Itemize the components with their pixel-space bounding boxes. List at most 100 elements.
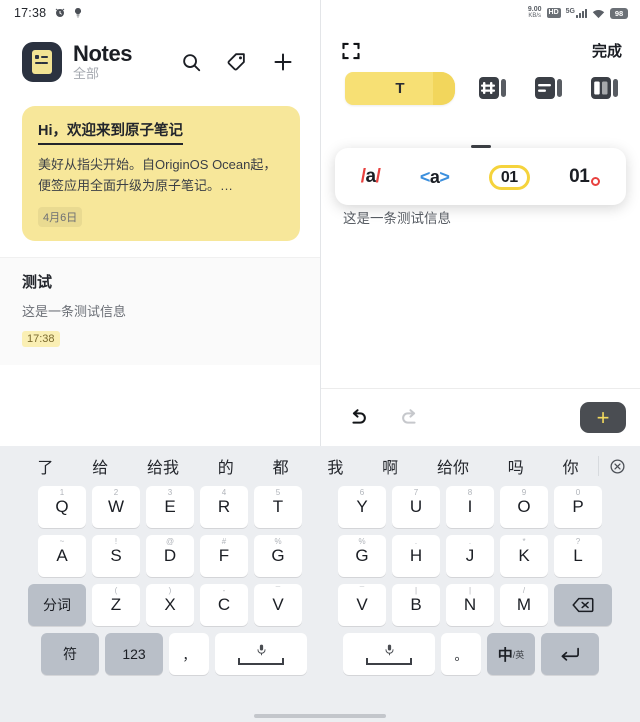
expand-icon[interactable] bbox=[341, 41, 361, 61]
key-label: U bbox=[409, 497, 423, 516]
key-w[interactable]: 2W bbox=[92, 486, 140, 528]
wifi-icon bbox=[592, 9, 605, 18]
symbol-key[interactable]: 符 bbox=[41, 633, 99, 675]
done-button[interactable]: 完成 bbox=[592, 40, 622, 61]
key-s[interactable]: ! S bbox=[92, 535, 140, 577]
key-v-right[interactable]: ¯ V bbox=[338, 584, 386, 626]
key-superscript: ? bbox=[575, 537, 581, 546]
key-r[interactable]: 4R bbox=[200, 486, 248, 528]
tag-icon[interactable] bbox=[224, 49, 250, 75]
editor-content[interactable]: 这是一条测试信息 bbox=[343, 209, 620, 229]
key-label: G bbox=[271, 546, 285, 565]
text-style-button[interactable]: T bbox=[345, 71, 455, 105]
key-label: B bbox=[410, 595, 422, 614]
language-toggle-key[interactable]: 中/英 bbox=[487, 633, 535, 675]
note-card-welcome[interactable]: Hi，欢迎来到原子笔记 美好从指尖开始。自OriginOS Ocean起，便签应… bbox=[22, 106, 300, 241]
period-key[interactable]: 。 bbox=[441, 633, 481, 675]
redo-icon[interactable] bbox=[399, 407, 421, 429]
close-candidates-icon[interactable] bbox=[597, 456, 628, 476]
key-superscript: ) bbox=[168, 586, 172, 595]
note-title: Hi，欢迎来到原子笔记 bbox=[38, 122, 183, 145]
key-label: C bbox=[217, 595, 231, 614]
note-card-test[interactable]: 测试 这是一条测试信息 17:38 bbox=[0, 257, 320, 365]
key-c[interactable]: -C bbox=[200, 584, 248, 626]
key-g-right[interactable]: % G bbox=[338, 535, 386, 577]
candidate-item[interactable]: 你 bbox=[543, 454, 598, 478]
note-editor-pane: 9.00 KB/s HD 5G 98 完成 T / a / < a > 01 0… bbox=[320, 0, 640, 446]
key-superscript: . bbox=[468, 537, 472, 546]
space-key-right[interactable] bbox=[343, 633, 435, 675]
numeric-key[interactable]: 123 bbox=[105, 633, 163, 675]
key-n[interactable]: | N bbox=[446, 584, 494, 626]
key-j[interactable]: .J bbox=[446, 535, 494, 577]
candidate-item[interactable]: 了 bbox=[18, 454, 73, 478]
candidate-item[interactable]: 都 bbox=[253, 454, 308, 478]
key-superscript: 6 bbox=[359, 488, 365, 497]
key-superscript: % bbox=[358, 537, 366, 546]
key-superscript: 4 bbox=[221, 488, 227, 497]
key-label: Z bbox=[110, 595, 122, 614]
quote-block-icon[interactable] bbox=[533, 71, 567, 105]
heading-block-icon[interactable] bbox=[477, 71, 511, 105]
key-z[interactable]: (Z bbox=[92, 584, 140, 626]
key-p[interactable]: 0P bbox=[554, 486, 602, 528]
key-i[interactable]: 8I bbox=[446, 486, 494, 528]
key-superscript: 3 bbox=[167, 488, 173, 497]
candidate-item[interactable]: 我 bbox=[308, 454, 363, 478]
style-toolbar: T bbox=[321, 65, 640, 105]
phone-screen: 17:38 Notes 全部 Hi，欢迎来到原子笔记 美好从指尖开始。自Orig… bbox=[0, 0, 640, 722]
key-k[interactable]: * K bbox=[500, 535, 548, 577]
bulb-icon bbox=[75, 7, 82, 18]
key-q[interactable]: 1Q bbox=[38, 486, 86, 528]
key-label: L bbox=[573, 546, 583, 565]
key-m[interactable]: / M bbox=[500, 584, 548, 626]
add-element-button[interactable]: + bbox=[580, 402, 626, 433]
candidate-item[interactable]: 吗 bbox=[488, 454, 543, 478]
key-superscript: . bbox=[414, 537, 418, 546]
candidate-item[interactable]: 给你 bbox=[418, 454, 489, 478]
number-pill-style[interactable]: 01 bbox=[488, 162, 530, 192]
highlight-mark-style[interactable]: / a / bbox=[361, 162, 381, 192]
search-icon[interactable] bbox=[178, 49, 204, 75]
key-y[interactable]: 6Y bbox=[338, 486, 386, 528]
candidate-item[interactable]: 给我 bbox=[128, 454, 199, 478]
home-indicator bbox=[254, 714, 386, 718]
key-a[interactable]: ~ A bbox=[38, 535, 86, 577]
key-v-left[interactable]: ¯ V bbox=[254, 584, 302, 626]
key-h[interactable]: .H bbox=[392, 535, 440, 577]
language-sub-label: /英 bbox=[512, 649, 525, 660]
candidate-item[interactable]: 的 bbox=[198, 454, 253, 478]
key-label: S bbox=[110, 546, 122, 565]
key-superscript: 0 bbox=[575, 488, 581, 497]
key-e[interactable]: 3E bbox=[146, 486, 194, 528]
number-dot-style[interactable]: 01 bbox=[569, 162, 601, 192]
key-u[interactable]: 7U bbox=[392, 486, 440, 528]
key-t[interactable]: 5T bbox=[254, 486, 302, 528]
enter-key[interactable] bbox=[541, 633, 599, 675]
tag-style[interactable]: < a > bbox=[420, 162, 450, 192]
status-bar-left: 17:38 bbox=[0, 0, 320, 26]
backspace-key[interactable] bbox=[554, 584, 612, 626]
layout-block-icon[interactable] bbox=[589, 71, 623, 105]
key-g-left[interactable]: % G bbox=[254, 535, 302, 577]
app-name: Notes bbox=[73, 41, 133, 66]
key-f[interactable]: # F bbox=[200, 535, 248, 577]
key-d[interactable]: @ D bbox=[146, 535, 194, 577]
candidate-item[interactable]: 给 bbox=[73, 454, 128, 478]
key-superscript: ~ bbox=[59, 537, 65, 546]
network-speed-unit: KB/s bbox=[528, 13, 542, 19]
editor-footer: + bbox=[321, 388, 640, 446]
space-key[interactable] bbox=[215, 633, 307, 675]
key-label: K bbox=[518, 546, 530, 565]
undo-icon[interactable] bbox=[347, 407, 369, 429]
segment-key[interactable]: 分词 bbox=[28, 584, 86, 626]
notes-list-pane: 17:38 Notes 全部 Hi，欢迎来到原子笔记 美好从指尖开始。自Orig… bbox=[0, 0, 320, 446]
key-x[interactable]: ) X bbox=[146, 584, 194, 626]
key-superscript: / bbox=[522, 586, 526, 595]
key-l[interactable]: ? L bbox=[554, 535, 602, 577]
key-o[interactable]: 9O bbox=[500, 486, 548, 528]
plus-icon[interactable] bbox=[270, 49, 296, 75]
comma-key[interactable]: ， bbox=[169, 633, 209, 675]
key-b[interactable]: | B bbox=[392, 584, 440, 626]
candidate-item[interactable]: 啊 bbox=[363, 454, 418, 478]
